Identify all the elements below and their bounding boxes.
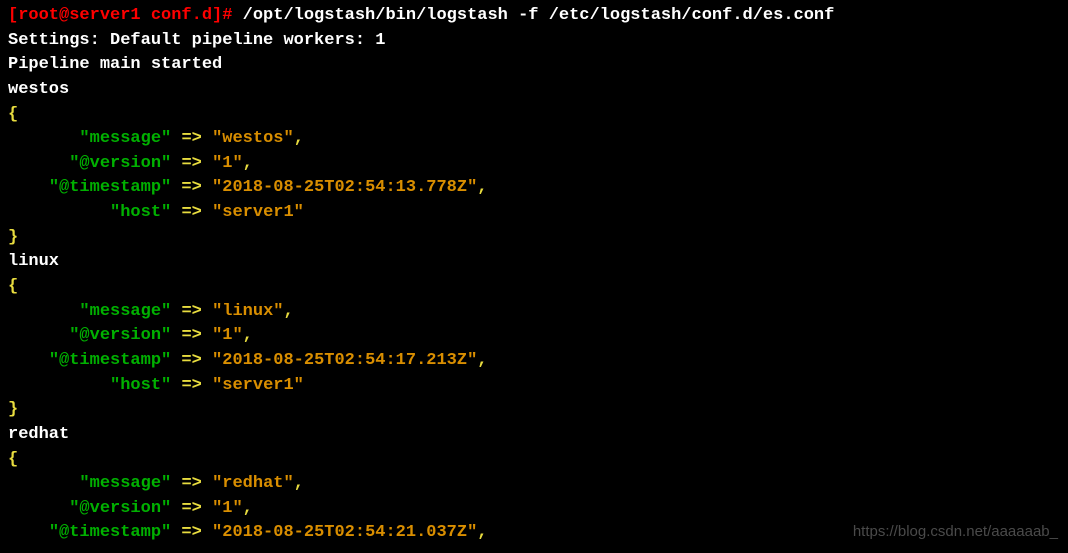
kv-row: "@timestamp" => "2018-08-25T02:54:13.778… bbox=[8, 176, 1060, 201]
kv-row: "@timestamp" => "2018-08-25T02:54:17.213… bbox=[8, 349, 1060, 374]
input-echo: redhat bbox=[8, 423, 1060, 448]
key-timestamp: "@timestamp" bbox=[49, 523, 171, 542]
key-timestamp: "@timestamp" bbox=[49, 351, 171, 370]
key-timestamp: "@timestamp" bbox=[49, 178, 171, 197]
arrow: => bbox=[171, 302, 212, 321]
output-pipeline: Pipeline main started bbox=[8, 53, 1060, 78]
kv-row: "@version" => "1", bbox=[8, 152, 1060, 177]
brace-open: { bbox=[8, 448, 1060, 473]
comma: , bbox=[477, 523, 487, 542]
input-echo: westos bbox=[8, 78, 1060, 103]
kv-row: "message" => "redhat", bbox=[8, 472, 1060, 497]
key-version: "@version" bbox=[69, 154, 171, 173]
val-timestamp: "2018-08-25T02:54:17.213Z" bbox=[212, 351, 477, 370]
arrow: => bbox=[171, 178, 212, 197]
arrow: => bbox=[171, 203, 212, 222]
comma: , bbox=[477, 351, 487, 370]
comma: , bbox=[243, 326, 253, 345]
arrow: => bbox=[171, 351, 212, 370]
kv-row: "@version" => "1", bbox=[8, 324, 1060, 349]
arrow: => bbox=[171, 129, 212, 148]
output-settings: Settings: Default pipeline workers: 1 bbox=[8, 29, 1060, 54]
key-host: "host" bbox=[110, 376, 171, 395]
kv-row: "message" => "linux", bbox=[8, 300, 1060, 325]
val-host: "server1" bbox=[212, 203, 304, 222]
brace-close: } bbox=[8, 398, 1060, 423]
watermark-text: https://blog.csdn.net/aaaaaab_ bbox=[853, 521, 1058, 543]
key-version: "@version" bbox=[69, 499, 171, 518]
arrow: => bbox=[171, 154, 212, 173]
comma: , bbox=[243, 499, 253, 518]
val-message: "westos" bbox=[212, 129, 294, 148]
brace-open: { bbox=[8, 275, 1060, 300]
comma: , bbox=[243, 154, 253, 173]
val-version: "1" bbox=[212, 326, 243, 345]
key-message: "message" bbox=[79, 474, 171, 493]
val-message: "redhat" bbox=[212, 474, 294, 493]
kv-row: "message" => "westos", bbox=[8, 127, 1060, 152]
comma: , bbox=[294, 474, 304, 493]
command-text: /opt/logstash/bin/logstash -f /etc/logst… bbox=[243, 6, 835, 25]
arrow: => bbox=[171, 326, 212, 345]
prompt-user-host: [root@server1 conf.d]# bbox=[8, 6, 243, 25]
input-echo: linux bbox=[8, 250, 1060, 275]
val-timestamp: "2018-08-25T02:54:13.778Z" bbox=[212, 178, 477, 197]
val-message: "linux" bbox=[212, 302, 283, 321]
kv-row: "@version" => "1", bbox=[8, 497, 1060, 522]
kv-row: "host" => "server1" bbox=[8, 374, 1060, 399]
arrow: => bbox=[171, 376, 212, 395]
kv-row: "host" => "server1" bbox=[8, 201, 1060, 226]
val-host: "server1" bbox=[212, 376, 304, 395]
key-message: "message" bbox=[79, 302, 171, 321]
val-timestamp: "2018-08-25T02:54:21.037Z" bbox=[212, 523, 477, 542]
comma: , bbox=[477, 178, 487, 197]
val-version: "1" bbox=[212, 154, 243, 173]
arrow: => bbox=[171, 499, 212, 518]
terminal-prompt-line: [root@server1 conf.d]# /opt/logstash/bin… bbox=[8, 4, 1060, 29]
key-host: "host" bbox=[110, 203, 171, 222]
arrow: => bbox=[171, 474, 212, 493]
key-version: "@version" bbox=[69, 326, 171, 345]
comma: , bbox=[294, 129, 304, 148]
arrow: => bbox=[171, 523, 212, 542]
brace-close: } bbox=[8, 226, 1060, 251]
brace-open: { bbox=[8, 103, 1060, 128]
key-message: "message" bbox=[79, 129, 171, 148]
val-version: "1" bbox=[212, 499, 243, 518]
comma: , bbox=[283, 302, 293, 321]
